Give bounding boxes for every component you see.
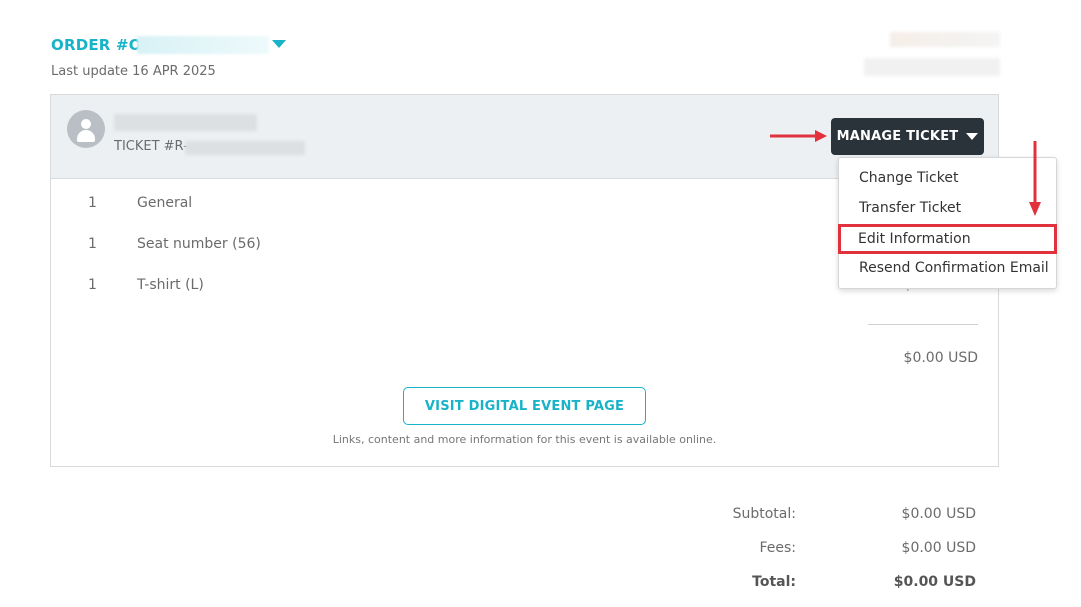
- item-description: T-shirt (L): [137, 277, 204, 293]
- menu-item-transfer-ticket[interactable]: Transfer Ticket: [839, 194, 1056, 222]
- total-label: Total:: [752, 574, 796, 590]
- menu-item-change-ticket[interactable]: Change Ticket: [839, 164, 1056, 192]
- menu-item-edit-information[interactable]: Edit Information: [838, 224, 1057, 254]
- caret-down-icon: [966, 133, 979, 140]
- ticket-number-redacted: [185, 141, 305, 155]
- menu-item-resend-confirmation[interactable]: Resend Confirmation Email: [839, 254, 1056, 282]
- ticket-number: TICKET #R-: [114, 139, 188, 154]
- items-total: $0.00 USD: [903, 350, 978, 366]
- visit-digital-event-button[interactable]: VISIT DIGITAL EVENT PAGE: [403, 387, 646, 425]
- subtotal-value: $0.00 USD: [901, 506, 976, 522]
- order-page: ORDER #O- Last update 16 APR 2025 TICKET…: [0, 0, 1081, 607]
- redacted-field: [890, 32, 1000, 47]
- item-description: General: [137, 195, 193, 211]
- manage-ticket-menu: Change Ticket Transfer Ticket Edit Infor…: [838, 157, 1057, 289]
- annotation-arrow-icon: [770, 130, 827, 142]
- manage-ticket-button[interactable]: MANAGE TICKET: [831, 118, 984, 155]
- item-qty: 1: [88, 277, 97, 293]
- annotation-arrow-icon: [1029, 141, 1041, 216]
- manage-ticket-label: MANAGE TICKET: [836, 129, 959, 144]
- item-qty: 1: [88, 236, 97, 252]
- caret-down-icon[interactable]: [272, 40, 286, 48]
- user-avatar-icon: [67, 110, 105, 148]
- redacted-field: [864, 58, 1000, 76]
- order-title: ORDER #O-: [51, 36, 149, 54]
- item-qty: 1: [88, 195, 97, 211]
- order-number-redacted: [137, 36, 269, 54]
- item-description: Seat number (56): [137, 236, 261, 252]
- total-value: $0.00 USD: [893, 574, 976, 590]
- fees-label: Fees:: [759, 540, 796, 556]
- last-update: Last update 16 APR 2025: [51, 64, 216, 79]
- subtotal-label: Subtotal:: [732, 506, 796, 522]
- fees-value: $0.00 USD: [901, 540, 976, 556]
- attendee-name-redacted: [114, 114, 257, 131]
- divider: [868, 324, 978, 325]
- digital-event-note: Links, content and more information for …: [332, 433, 717, 446]
